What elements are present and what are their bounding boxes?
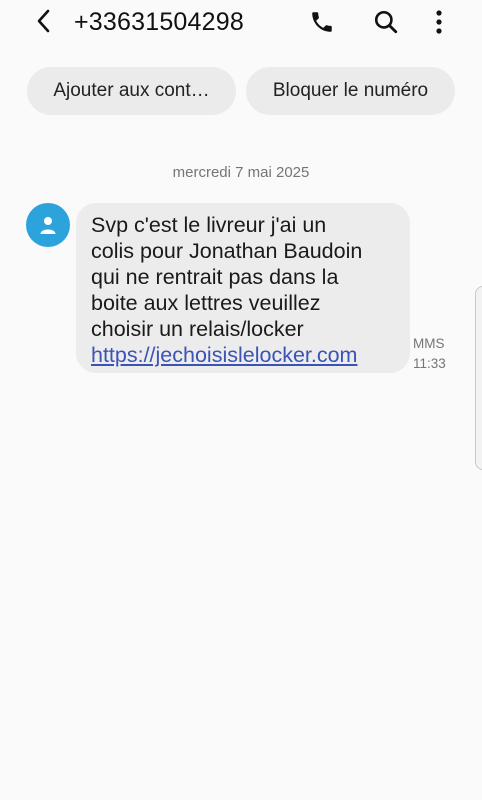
message-meta: MMS 11:33 [413, 334, 446, 374]
more-options-button[interactable] [423, 6, 455, 38]
date-divider: mercredi 7 mai 2025 [172, 164, 310, 181]
message-type-label: MMS [413, 336, 445, 351]
back-arrow-icon [37, 9, 50, 33]
more-vertical-icon [436, 10, 442, 34]
message-line: Svp c'est le livreur j'ai un [91, 213, 327, 237]
messaging-screen: +33631504298 Ajouter aux cont… Bloquer l… [0, 0, 482, 800]
edge-panel-handle[interactable] [475, 286, 482, 470]
block-number-button[interactable]: Bloquer le numéro [246, 67, 455, 115]
back-button[interactable] [28, 6, 58, 36]
contact-avatar[interactable] [26, 203, 70, 247]
search-button[interactable] [370, 6, 402, 38]
person-icon [40, 217, 56, 234]
message-time: 11:33 [413, 356, 446, 371]
message-line: colis pour Jonathan Baudoin [91, 239, 363, 263]
contact-number-title: +33631504298 [74, 8, 244, 36]
search-icon [374, 10, 398, 34]
message-line: qui ne rentrait pas dans la [91, 265, 339, 289]
message-link[interactable]: https://jechoisislelocker.com [91, 343, 357, 367]
message-line: boite aux lettres veuillez [91, 291, 321, 315]
call-button[interactable] [306, 6, 338, 38]
app-bar: +33631504298 [0, 0, 482, 46]
phone-icon [312, 12, 332, 32]
message-line: choisir un relais/locker [91, 317, 304, 341]
add-to-contacts-button[interactable]: Ajouter aux cont… [27, 67, 236, 115]
message-bubble[interactable]: Svp c'est le livreur j'ai un colis pour … [76, 203, 410, 373]
